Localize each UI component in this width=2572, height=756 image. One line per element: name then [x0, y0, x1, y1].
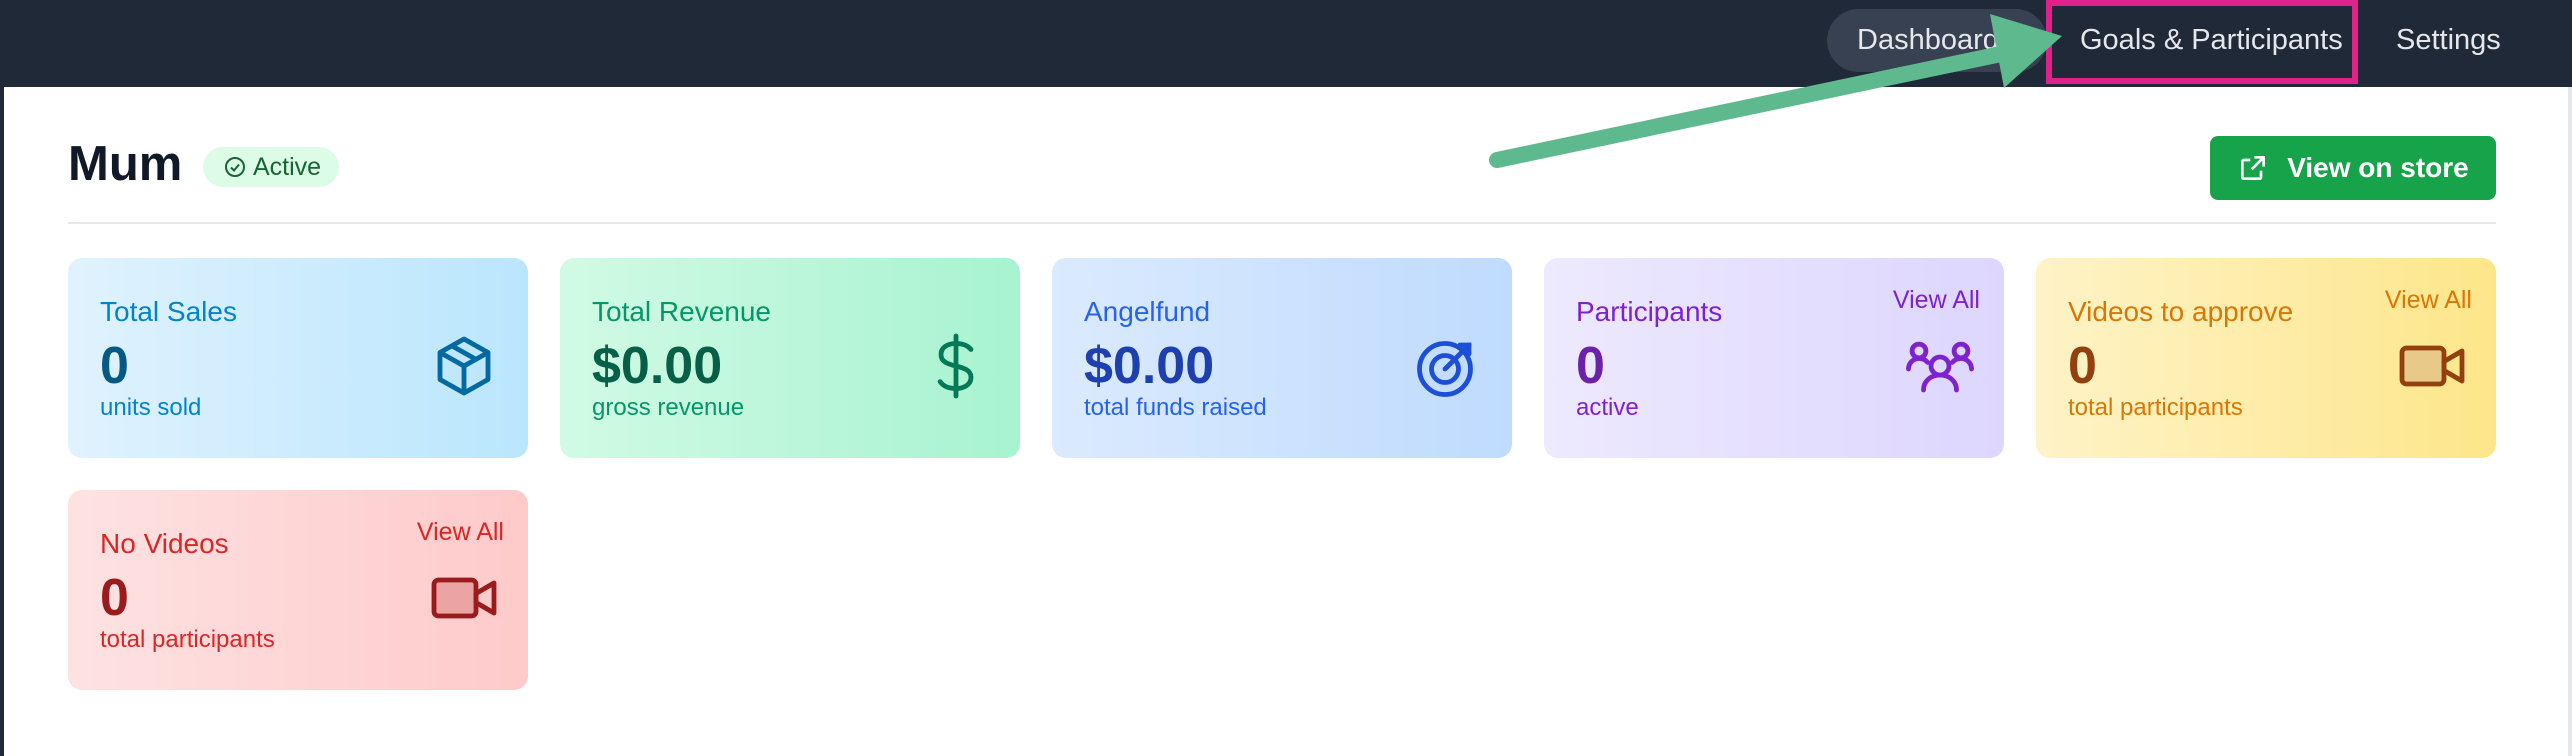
- video-camera-icon: [431, 577, 497, 619]
- top-navigation: Dashboard Goals & Participants Settings: [0, 0, 2572, 87]
- card-title: No Videos: [100, 528, 229, 559]
- total-sales-card: Total Sales 0 units sold: [68, 258, 528, 458]
- dollar-icon: [937, 333, 974, 399]
- status-badge: Active: [203, 147, 340, 187]
- page-title: Mum: [68, 137, 183, 191]
- right-edge: [2568, 0, 2572, 756]
- card-value: $0.00: [1084, 337, 1215, 395]
- cube-icon: [437, 336, 491, 396]
- card-title: Angelfund: [1084, 296, 1211, 327]
- view-on-store-button[interactable]: View on store: [2210, 136, 2496, 200]
- card-value: 0: [2068, 337, 2097, 395]
- card-subtitle: gross revenue: [592, 394, 745, 421]
- status-label: Active: [253, 152, 322, 181]
- nav-dashboard[interactable]: Dashboard: [1827, 9, 2047, 72]
- total-revenue-card: Total Revenue $0.00 gross revenue: [560, 258, 1020, 458]
- card-title: Total Sales: [100, 296, 237, 327]
- card-title: Videos to approve: [2068, 296, 2294, 327]
- angelfund-card: Angelfund $0.00 total funds raised: [1052, 258, 1512, 458]
- card-title: Participants: [1576, 296, 1723, 327]
- external-link-icon: [2241, 156, 2266, 180]
- card-value: 0: [100, 569, 129, 627]
- users-icon: [1906, 341, 1974, 393]
- nav-settings[interactable]: Settings: [2366, 9, 2531, 72]
- video-camera-icon: [2399, 345, 2465, 387]
- view-all-no-videos-link[interactable]: View All: [417, 518, 504, 547]
- no-videos-card: No Videos View All 0 total participants: [68, 490, 528, 690]
- view-all-videos-link[interactable]: View All: [2385, 286, 2472, 315]
- card-value: $0.00: [592, 337, 723, 395]
- card-value: 0: [100, 337, 129, 395]
- check-circle-icon: [225, 157, 245, 177]
- card-title: Total Revenue: [592, 296, 772, 327]
- videos-to-approve-card: Videos to approve View All 0 total parti…: [2036, 258, 2496, 458]
- card-subtitle: units sold: [100, 394, 202, 421]
- header-divider: [68, 222, 2496, 224]
- target-icon: [1417, 341, 1473, 397]
- card-subtitle: active: [1576, 394, 1639, 421]
- card-value: 0: [1576, 337, 1605, 395]
- card-subtitle: total participants: [2068, 394, 2243, 421]
- card-subtitle: total participants: [100, 626, 275, 653]
- participants-card: Participants View All 0 active: [1544, 258, 2004, 458]
- left-edge: [0, 0, 4, 756]
- card-subtitle: total funds raised: [1084, 394, 1267, 421]
- view-all-participants-link[interactable]: View All: [1893, 286, 1980, 315]
- nav-goals-participants[interactable]: Goals & Participants: [2050, 9, 2373, 72]
- view-on-store-label: View on store: [2287, 152, 2469, 183]
